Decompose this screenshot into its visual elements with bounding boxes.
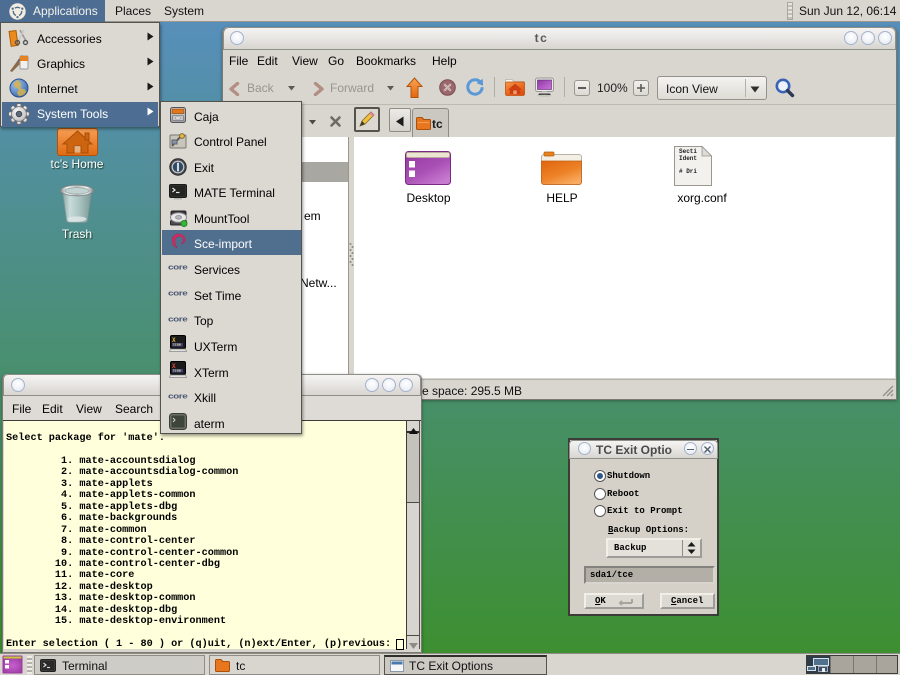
svg-text:core: core: [168, 263, 188, 271]
svg-text:core: core: [168, 289, 188, 297]
svg-text:TERM: TERM: [173, 344, 181, 348]
svg-text:TERM: TERM: [173, 370, 181, 374]
svg-text:core: core: [168, 315, 188, 323]
svg-text:X: X: [172, 337, 176, 344]
svg-text:X: X: [172, 363, 176, 370]
svg-text:core: core: [168, 392, 188, 400]
